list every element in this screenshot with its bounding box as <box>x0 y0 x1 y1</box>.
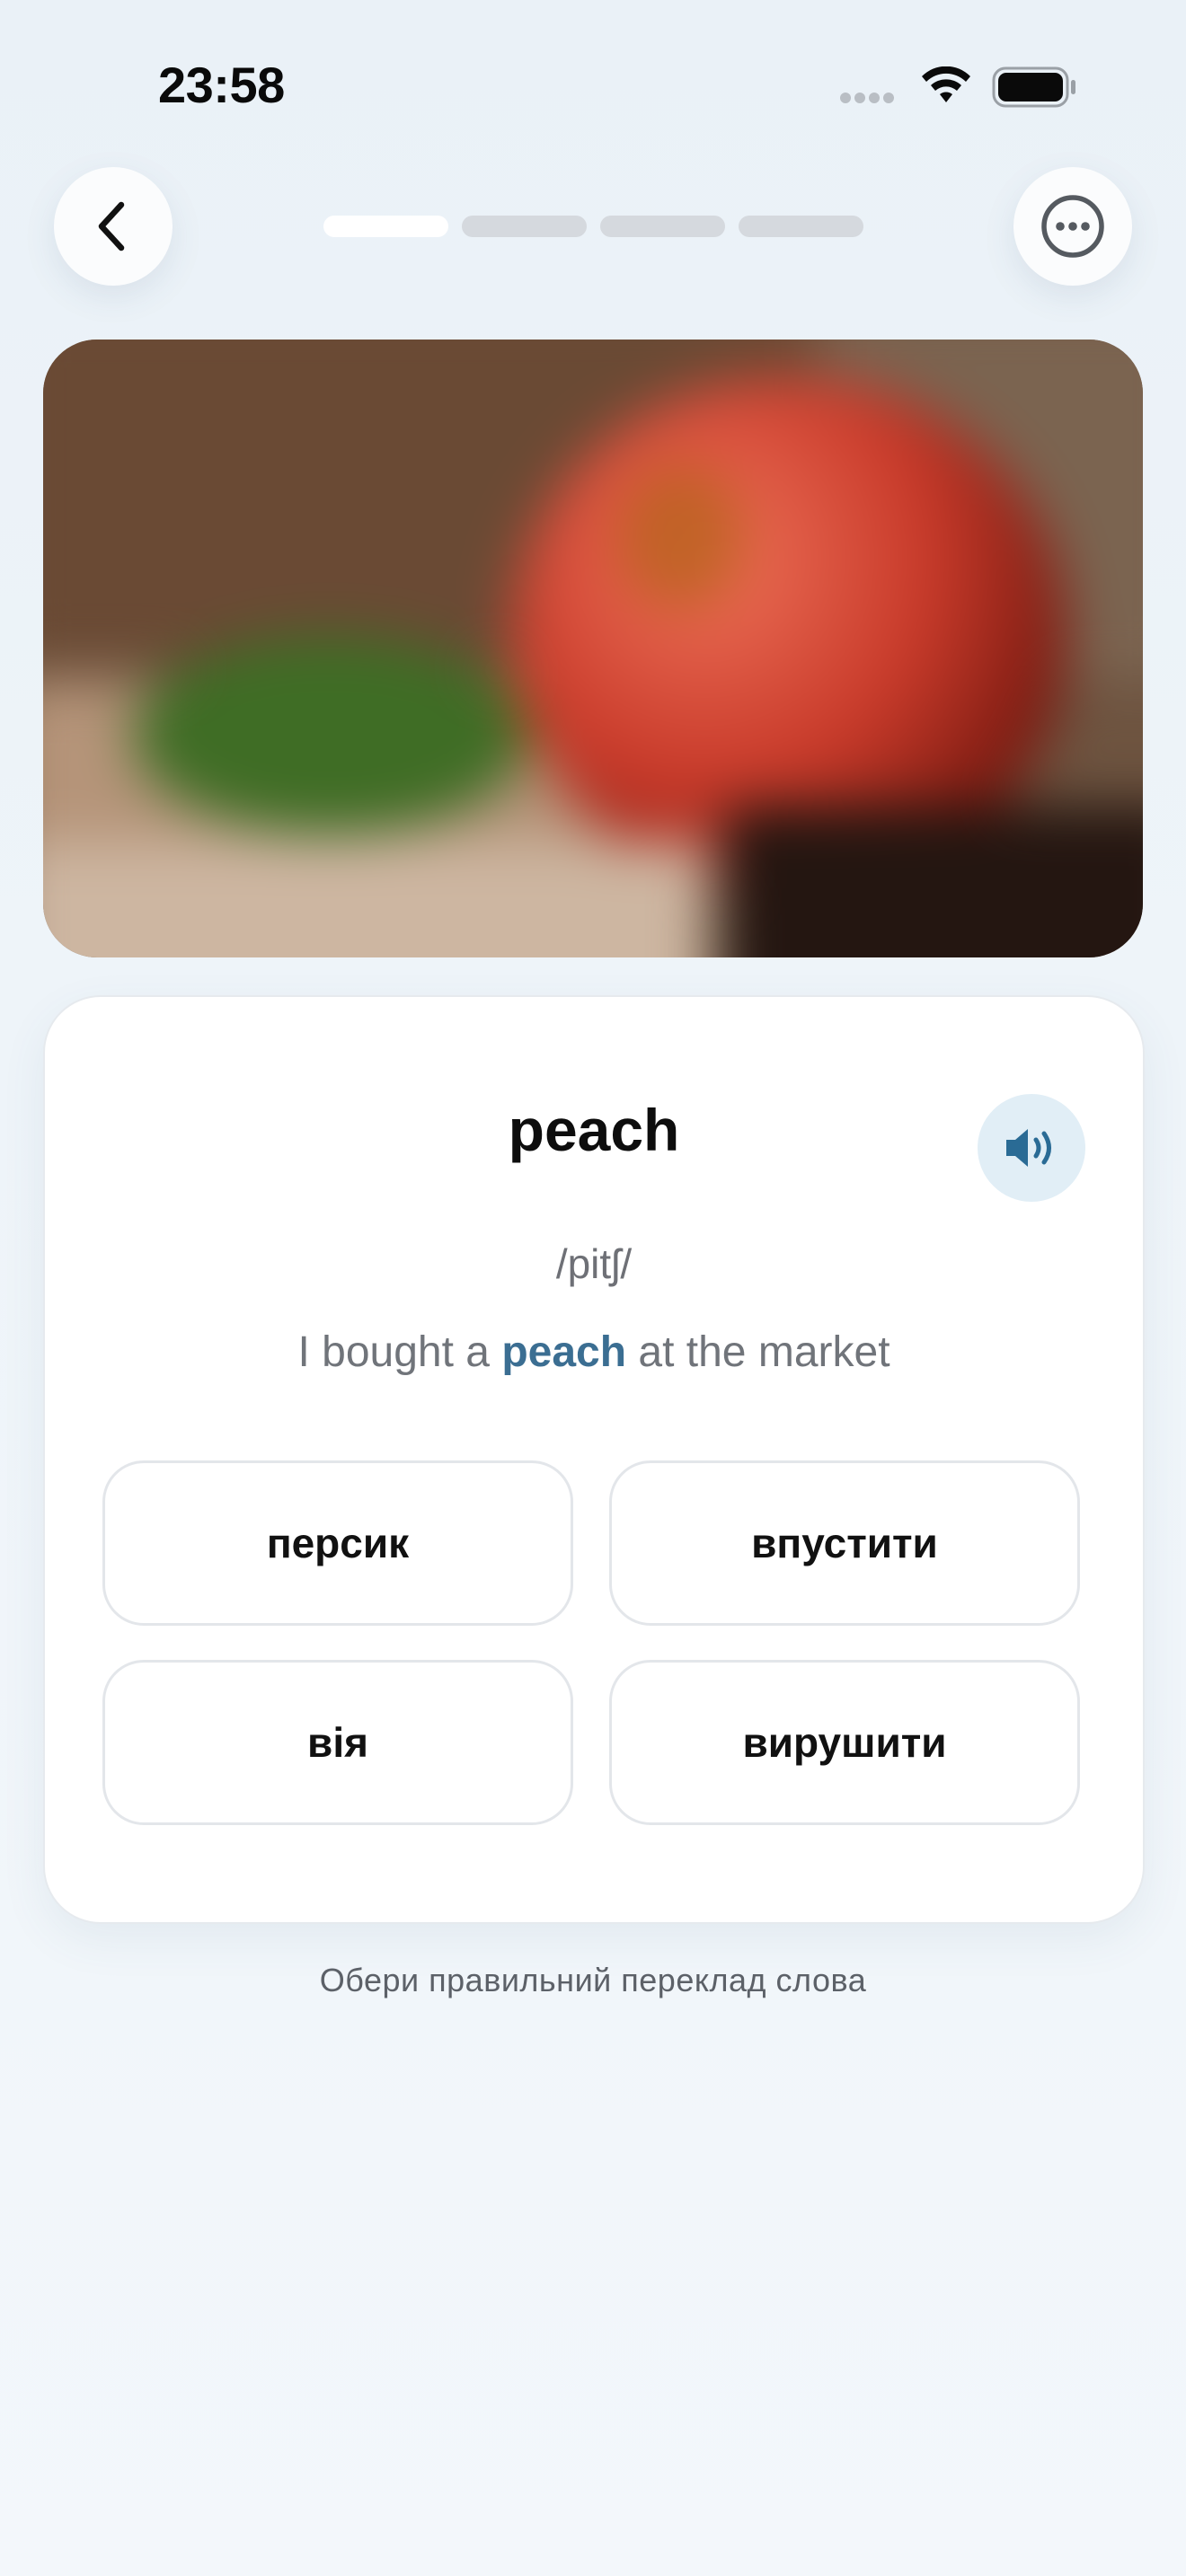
answer-option[interactable]: впустити <box>609 1460 1080 1626</box>
example-highlight: peach <box>501 1328 627 1376</box>
battery-icon <box>992 66 1078 112</box>
instruction-hint: Обери правильний переклад слова <box>319 1962 867 1998</box>
more-options-button[interactable] <box>1013 167 1132 286</box>
progress-segment <box>600 216 725 237</box>
progress-bar <box>323 216 863 237</box>
status-time: 23:58 <box>158 57 285 113</box>
example-sentence: I bought a peach at the market <box>45 1328 1143 1377</box>
answer-option[interactable]: персик <box>102 1460 573 1626</box>
example-text-before: I bought a <box>297 1328 490 1376</box>
answer-option[interactable]: вія <box>102 1660 573 1825</box>
speaker-icon <box>1006 1129 1051 1167</box>
cellular-signal-icon <box>840 92 898 108</box>
answer-option[interactable]: вирушити <box>609 1660 1080 1825</box>
play-audio-button[interactable] <box>978 1094 1085 1202</box>
example-text-after: at the market <box>638 1328 890 1376</box>
progress-segment <box>462 216 587 237</box>
chevron-left-icon <box>98 201 125 251</box>
wifi-icon <box>918 66 974 110</box>
progress-segment <box>323 216 448 237</box>
phonetic-transcription: /pitʃ/ <box>555 1240 633 1287</box>
word-image <box>43 340 1143 957</box>
ellipsis-circle-icon <box>1041 195 1104 258</box>
word-card: peach /pitʃ/ I bought a peach at the mar… <box>43 995 1145 1924</box>
progress-segment <box>739 216 863 237</box>
back-button[interactable] <box>54 167 173 286</box>
